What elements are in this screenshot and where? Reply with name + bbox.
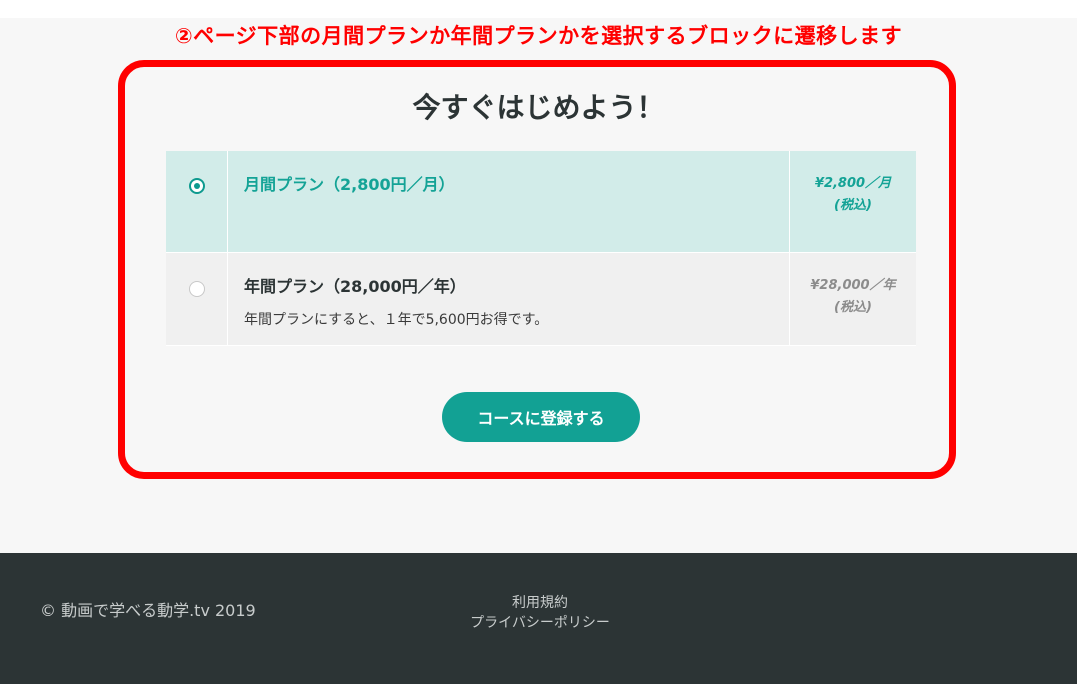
plan-price: ¥28,000／年 (税込) <box>790 253 916 345</box>
plan-list: 月間プラン（2,800円／月） ¥2,800／月 (税込) 年間プラン（28,0… <box>166 151 916 346</box>
plan-name: 月間プラン（2,800円／月） <box>244 175 455 194</box>
plan-body: 年間プラン（28,000円／年） 年間プランにすると、１年で5,600円お得です… <box>228 253 790 345</box>
section-title: 今すぐはじめよう！ <box>412 91 665 124</box>
plan-body: 月間プラン（2,800円／月） <box>228 151 790 252</box>
plan-name: 年間プラン（28,000円／年） <box>244 277 466 296</box>
privacy-policy-link[interactable]: プライバシーポリシー <box>440 613 640 633</box>
tax-note: (税込) <box>834 300 872 315</box>
copyright: © 動画で学べる動学.tv 2019 <box>40 601 256 620</box>
footer: © 動画で学べる動学.tv 2019 利用規約 プライバシーポリシー <box>0 553 1077 684</box>
price-value: ¥2,800／月 <box>814 176 892 191</box>
terms-link[interactable]: 利用規約 <box>440 593 640 613</box>
radio-button-yearly[interactable] <box>189 281 205 297</box>
annotation-caption: ②ページ下部の月間プランか年間プランかを選択するブロックに遷移します <box>174 24 903 48</box>
radio-cell <box>166 151 228 252</box>
plan-description: 年間プランにすると、１年で5,600円お得です。 <box>244 312 549 328</box>
page: ②ページ下部の月間プランか年間プランかを選択するブロックに遷移します 今すぐはじ… <box>0 0 1077 684</box>
footer-links: 利用規約 プライバシーポリシー <box>440 593 640 633</box>
plan-option-yearly[interactable]: 年間プラン（28,000円／年） 年間プランにすると、１年で5,600円お得です… <box>166 253 916 346</box>
register-course-button[interactable]: コースに登録する <box>442 392 640 442</box>
plan-option-monthly[interactable]: 月間プラン（2,800円／月） ¥2,800／月 (税込) <box>166 151 916 253</box>
tax-note: (税込) <box>834 198 872 213</box>
plan-price: ¥2,800／月 (税込) <box>790 151 916 252</box>
price-value: ¥28,000／年 <box>810 278 896 293</box>
radio-button-monthly[interactable] <box>189 178 205 194</box>
radio-cell <box>166 253 228 345</box>
